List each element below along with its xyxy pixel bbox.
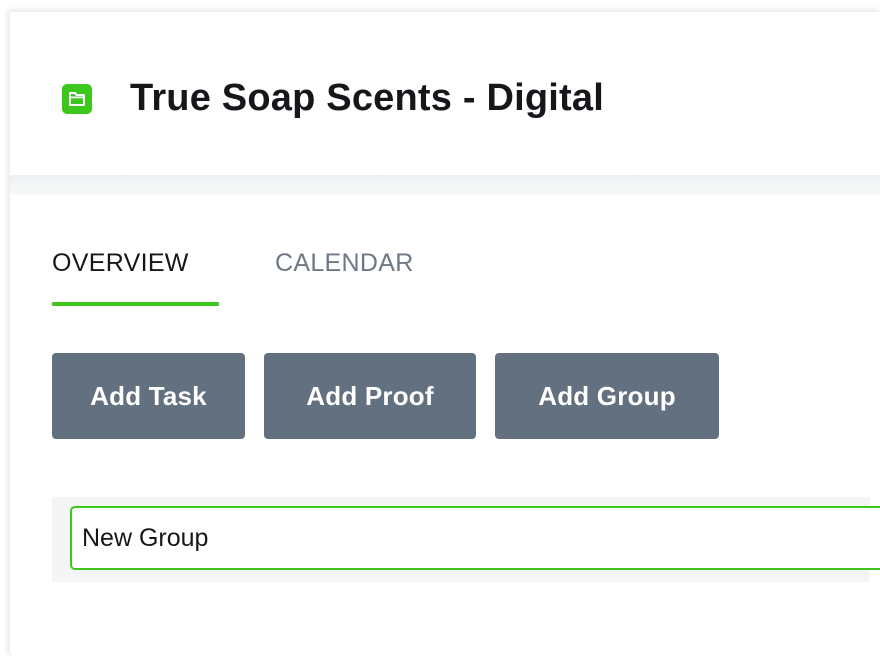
header-divider xyxy=(10,175,880,195)
new-group-row xyxy=(52,497,880,582)
active-tab-indicator xyxy=(52,302,219,306)
folder-icon xyxy=(62,84,92,114)
tab-calendar[interactable]: CALENDAR xyxy=(275,246,414,280)
add-group-button[interactable]: Add Group xyxy=(495,353,719,439)
project-title: True Soap Scents - Digital xyxy=(130,77,604,119)
group-name-input[interactable] xyxy=(70,506,880,570)
project-header: True Soap Scents - Digital xyxy=(10,12,880,175)
tab-overview[interactable]: OVERVIEW xyxy=(52,246,189,280)
add-proof-button[interactable]: Add Proof xyxy=(264,353,476,439)
add-task-button[interactable]: Add Task xyxy=(52,353,245,439)
